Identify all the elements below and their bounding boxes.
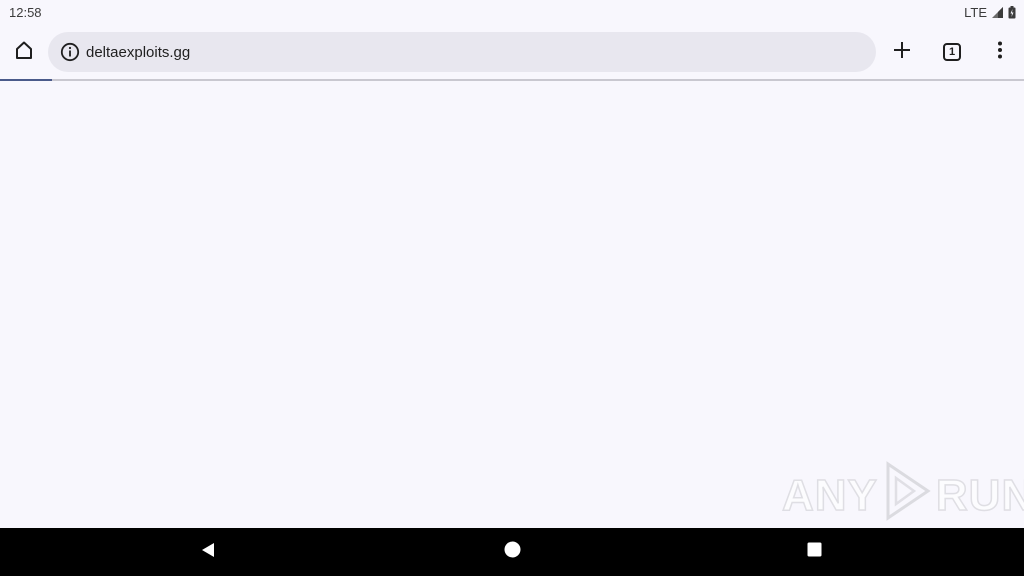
recents-button[interactable] bbox=[798, 536, 830, 568]
home-icon bbox=[14, 40, 34, 65]
signal-icon bbox=[991, 6, 1004, 19]
browser-toolbar: deltaexploits.gg 1 bbox=[0, 24, 1024, 80]
more-vert-icon bbox=[997, 41, 1003, 64]
new-tab-button[interactable] bbox=[878, 28, 926, 76]
tab-switcher-icon: 1 bbox=[943, 43, 961, 61]
address-bar[interactable]: deltaexploits.gg bbox=[48, 32, 876, 72]
watermark-text-left: ANY bbox=[781, 471, 878, 520]
status-time: 12:58 bbox=[9, 4, 42, 20]
watermark-text-right: RUN bbox=[935, 471, 1024, 520]
anyrun-watermark: ANY RUN bbox=[781, 460, 1024, 527]
tab-switcher-button[interactable]: 1 bbox=[928, 28, 976, 76]
status-indicators: LTE bbox=[964, 5, 1016, 20]
recents-icon bbox=[807, 542, 822, 562]
overflow-menu-button[interactable] bbox=[976, 28, 1024, 76]
plus-icon bbox=[893, 41, 911, 64]
home-button[interactable] bbox=[0, 28, 48, 76]
battery-icon bbox=[1008, 5, 1016, 19]
home-circle-icon bbox=[504, 541, 521, 563]
network-type: LTE bbox=[964, 4, 987, 20]
url-text[interactable]: deltaexploits.gg bbox=[86, 44, 190, 61]
back-icon bbox=[200, 542, 216, 563]
android-browser-screen: 12:58 LTE deltaexploits.gg 1 ANY RUN bbox=[0, 0, 1024, 576]
play-logo-icon bbox=[882, 460, 932, 533]
info-icon[interactable] bbox=[54, 36, 86, 68]
back-button[interactable] bbox=[192, 536, 224, 568]
system-navigation-bar bbox=[0, 528, 1024, 576]
system-home-button[interactable] bbox=[496, 536, 528, 568]
web-content-area[interactable] bbox=[0, 81, 1024, 528]
status-bar: 12:58 LTE bbox=[0, 0, 1024, 24]
